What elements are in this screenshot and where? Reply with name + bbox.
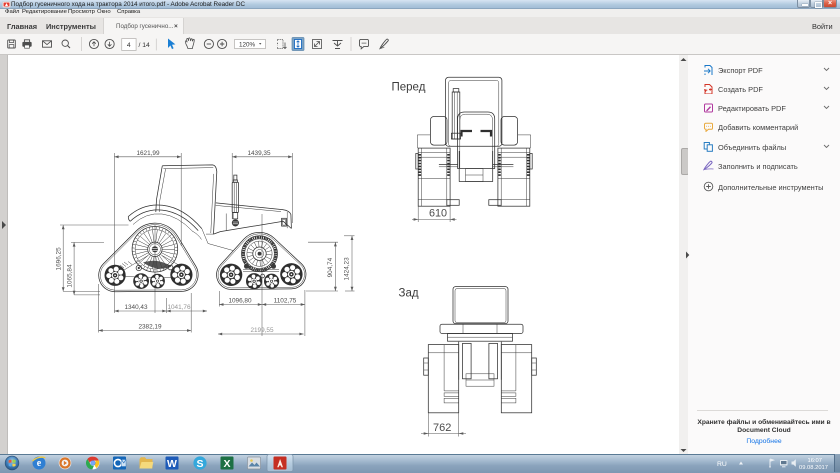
svg-text:RU: RU <box>717 461 727 468</box>
svg-text:4: 4 <box>127 42 131 49</box>
svg-text:09.08.2017: 09.08.2017 <box>799 465 828 471</box>
svg-text:120%: 120% <box>239 41 256 48</box>
svg-text:X: X <box>223 458 230 470</box>
svg-text:762: 762 <box>433 422 451 434</box>
svg-text:1102,75: 1102,75 <box>274 298 297 305</box>
svg-text:2382,19: 2382,19 <box>138 324 162 331</box>
svg-text:1696,25: 1696,25 <box>56 247 63 271</box>
svg-text:Перед: Перед <box>392 82 426 94</box>
svg-text:1439,35: 1439,35 <box>247 150 271 157</box>
svg-text:1096,80: 1096,80 <box>228 298 252 305</box>
svg-text:1340,43: 1340,43 <box>124 304 148 311</box>
svg-text:e: e <box>37 458 42 469</box>
svg-text:2199,55: 2199,55 <box>250 327 274 334</box>
svg-text:S: S <box>196 458 203 470</box>
svg-text:1621,99: 1621,99 <box>136 150 160 157</box>
svg-text:1041,76: 1041,76 <box>167 304 191 311</box>
svg-text:16:07: 16:07 <box>807 458 822 464</box>
svg-text:904,74: 904,74 <box>327 257 334 277</box>
svg-text:W: W <box>167 458 177 470</box>
svg-text:1424,23: 1424,23 <box>344 257 351 281</box>
svg-text:/ 14: / 14 <box>139 42 151 49</box>
svg-text:Зад: Зад <box>399 287 419 299</box>
svg-text:610: 610 <box>429 208 447 220</box>
svg-text:1065,84: 1065,84 <box>66 264 73 288</box>
